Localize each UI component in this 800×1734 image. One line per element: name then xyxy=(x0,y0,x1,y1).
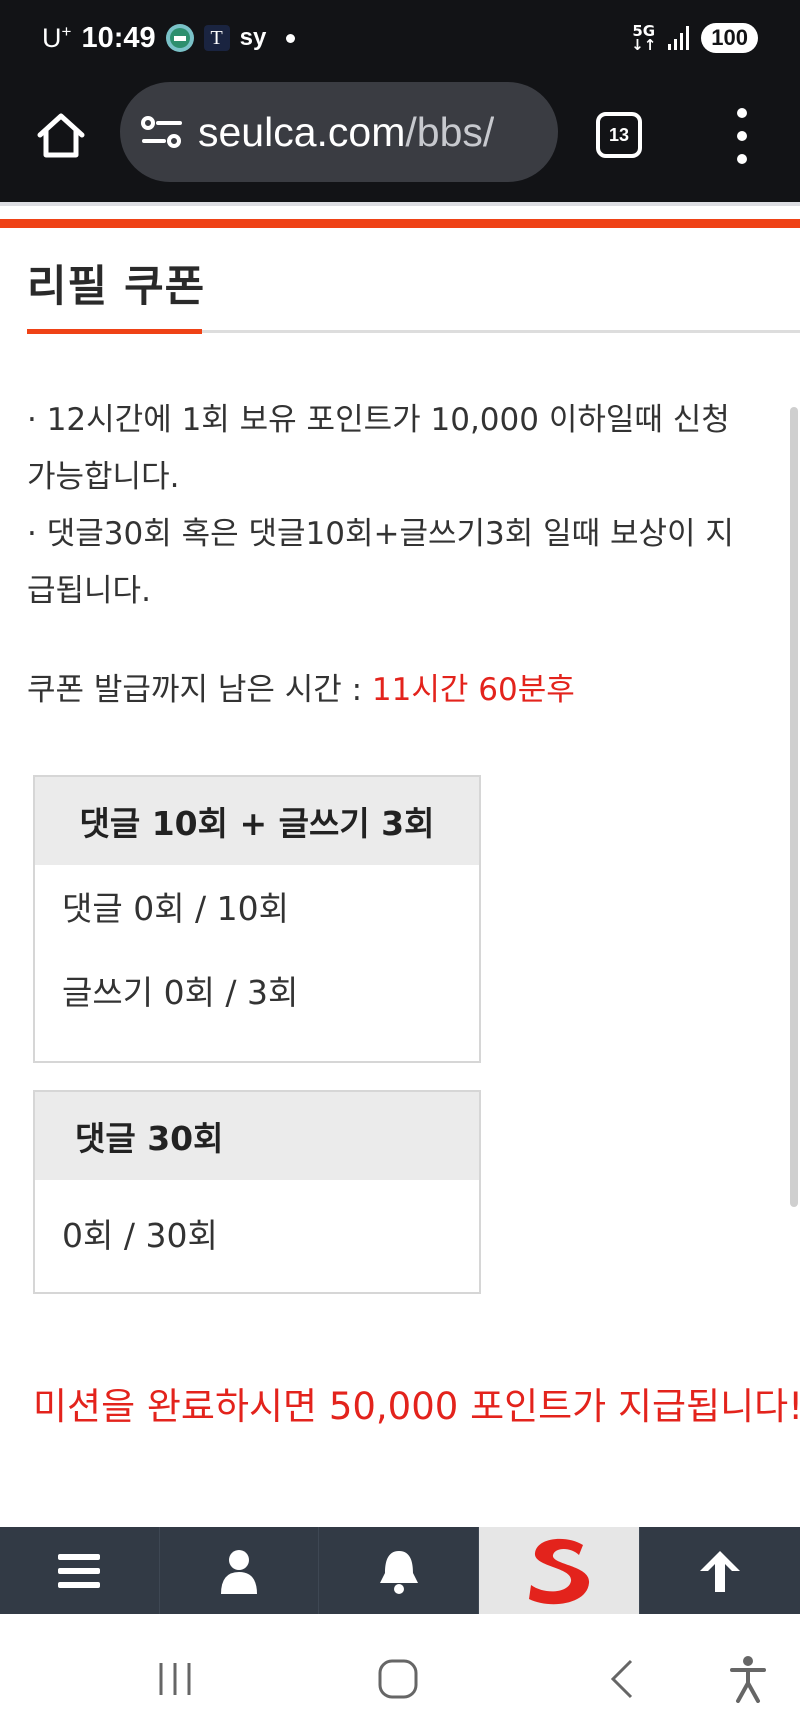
mission-card-body: 0회 / 30회 xyxy=(35,1180,479,1292)
home-icon xyxy=(37,113,85,158)
mission-card-header: 댓글 10회 + 글쓰기 3회 xyxy=(35,777,479,865)
mission-card-combo: 댓글 10회 + 글쓰기 3회 댓글 0회 / 10회 글쓰기 0회 / 3회 xyxy=(33,775,481,1063)
nav-menu-button[interactable] xyxy=(0,1527,160,1614)
app-notification-icon xyxy=(165,24,194,52)
remaining-time: 쿠폰 발급까지 남은 시간 : 11시간 60분후 xyxy=(27,664,575,709)
page-scrollbar[interactable] xyxy=(790,407,798,1207)
mission-progress-row: 댓글 0회 / 10회 xyxy=(62,889,290,928)
page-title: 리필 쿠폰 xyxy=(27,262,206,312)
recent-apps-button[interactable] xyxy=(145,1656,205,1702)
signal-icon xyxy=(668,26,690,50)
nav-user-button[interactable] xyxy=(160,1527,320,1614)
nav-scroll-top-button[interactable] xyxy=(640,1527,800,1614)
sy-app-label: sy xyxy=(239,24,267,51)
nav-logo-button[interactable] xyxy=(478,1527,641,1614)
title-accent-underline xyxy=(27,329,202,334)
menu-icon xyxy=(58,1553,101,1588)
battery-indicator: 100 xyxy=(701,23,758,53)
accent-bar xyxy=(0,219,800,228)
remaining-time-label: 쿠폰 발급까지 남은 시간 : xyxy=(27,672,372,708)
back-button[interactable] xyxy=(592,1656,652,1702)
home-nav-button[interactable] xyxy=(368,1656,428,1702)
address-bar[interactable]: seulca.com/bbs/ xyxy=(120,82,558,182)
browser-toolbar: seulca.com/bbs/ 13 xyxy=(0,76,800,204)
accessibility-icon xyxy=(730,1656,766,1703)
status-right: 5G ↓↑ 100 xyxy=(631,20,758,56)
nav-notification-button[interactable] xyxy=(319,1527,479,1614)
notice-line: · 12시간에 1회 보유 포인트가 10,000 이하일때 신청 xyxy=(27,402,730,438)
notice-line: 급됩니다. xyxy=(27,573,151,609)
site-settings-icon[interactable] xyxy=(140,112,184,152)
user-icon xyxy=(220,1549,257,1594)
carrier-label: U+ xyxy=(42,22,72,53)
accessibility-button[interactable] xyxy=(718,1656,778,1703)
more-notifications-dot xyxy=(286,33,296,43)
status-left: U+ 10:49 T sy xyxy=(42,18,296,58)
notice-text: · 12시간에 1회 보유 포인트가 10,000 이하일때 신청 가능합니다.… xyxy=(27,392,800,620)
browser-menu-icon[interactable] xyxy=(730,108,754,164)
notice-line: 가능합니다. xyxy=(27,459,180,495)
mission-progress-row: 0회 / 30회 xyxy=(62,1216,218,1255)
site-bottom-nav xyxy=(0,1527,800,1614)
remaining-time-value: 11시간 60분후 xyxy=(371,672,575,708)
reward-message: 미션을 완료하시면 50,000 포인트가 지급됩니다! xyxy=(33,1385,800,1428)
mission-card-comments: 댓글 30회 0회 / 30회 xyxy=(33,1090,481,1294)
toolbar-divider xyxy=(0,202,800,206)
url-text: seulca.com/bbs/ xyxy=(198,108,495,155)
arrow-up-icon xyxy=(700,1550,741,1592)
bell-icon xyxy=(379,1550,418,1594)
network-5g-icon: 5G ↓↑ xyxy=(631,22,657,54)
recent-apps-icon xyxy=(159,1663,191,1695)
tab-switcher-button[interactable]: 13 xyxy=(596,112,642,158)
back-icon xyxy=(610,1659,633,1699)
status-bar: U+ 10:49 T sy 5G ↓↑ 100 xyxy=(0,0,800,76)
notice-line: · 댓글30회 혹은 댓글10회+글쓰기3회 일때 보상이 지 xyxy=(27,516,734,552)
site-logo xyxy=(529,1538,590,1604)
mission-progress-row: 글쓰기 0회 / 3회 xyxy=(62,973,299,1012)
system-nav-bar xyxy=(0,1614,800,1734)
home-nav-icon xyxy=(378,1659,418,1699)
home-button[interactable] xyxy=(30,104,92,166)
mission-card-body: 댓글 0회 / 10회 글쓰기 0회 / 3회 xyxy=(35,865,479,1035)
mission-card-header: 댓글 30회 xyxy=(35,1092,479,1180)
t-app-icon: T xyxy=(203,25,230,51)
clock: 10:49 xyxy=(81,21,156,54)
